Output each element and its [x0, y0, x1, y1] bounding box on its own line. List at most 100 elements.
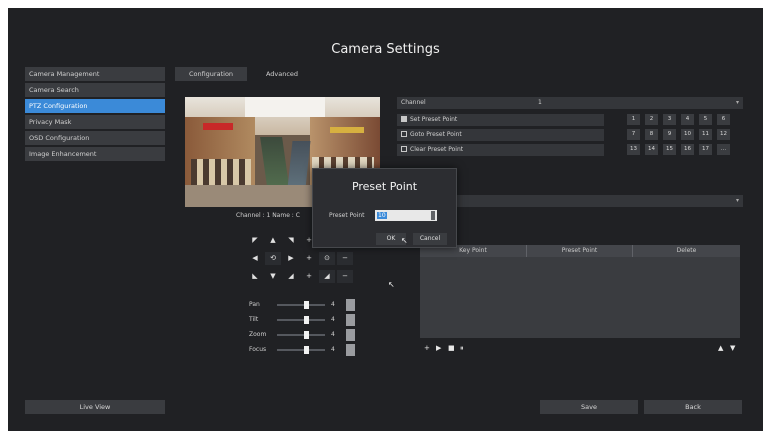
checkbox-checked-icon[interactable]	[401, 116, 407, 122]
preset-number-button[interactable]: 10	[681, 129, 694, 140]
preset-number-button[interactable]: 8	[645, 129, 658, 140]
channel-select[interactable]: Channel 1 ▾	[397, 97, 743, 109]
pan-spinner[interactable]	[346, 299, 355, 311]
pan-value: 4	[331, 301, 335, 308]
tilt-slider-track[interactable]	[277, 319, 325, 321]
cruise-select[interactable]: ▾	[448, 195, 743, 207]
focus-label: Focus	[249, 346, 267, 353]
zoom-spinner[interactable]	[346, 329, 355, 341]
spinner-icon[interactable]	[431, 211, 435, 220]
add-key-point-button[interactable]: +	[424, 344, 430, 352]
tab-advanced[interactable]: Advanced	[252, 67, 312, 81]
move-down-icon[interactable]: ▼	[730, 344, 735, 352]
tilt-value: 4	[331, 316, 335, 323]
ptz-speed-sliders: Pan 4 Tilt 4 Zoom 4 Focus 4	[245, 298, 357, 358]
more-presets-button[interactable]: ...	[717, 144, 730, 155]
channel-label: Channel	[401, 99, 426, 106]
clear-preset-label: Clear Preset Point	[410, 146, 464, 153]
pan-slider-track[interactable]	[277, 304, 325, 306]
ptz-down-left-button[interactable]: ◣	[247, 270, 263, 283]
preset-number-button[interactable]: 14	[645, 144, 658, 155]
menu-item-osd-configuration[interactable]: OSD Configuration	[25, 131, 165, 145]
pan-slider-handle[interactable]	[304, 301, 309, 309]
focus-spinner[interactable]	[346, 344, 355, 356]
set-preset-label: Set Preset Point	[410, 116, 458, 123]
checkbox-icon[interactable]	[401, 131, 407, 137]
ptz-auto-scan-button[interactable]: ⟲	[265, 252, 281, 265]
cancel-button[interactable]: Cancel	[413, 233, 447, 245]
move-up-icon[interactable]: ▲	[718, 344, 723, 352]
preview-store-sign	[203, 123, 233, 130]
mouse-cursor-icon: ↖	[388, 280, 395, 289]
channel-value: 1	[538, 99, 542, 106]
preset-point-input[interactable]: 10	[375, 210, 437, 221]
menu-item-camera-search[interactable]: Camera Search	[25, 83, 165, 97]
key-point-table: Key Point Preset Point Delete	[420, 245, 740, 338]
chevron-down-icon: ▾	[735, 99, 739, 106]
ptz-right-button[interactable]: ▶	[283, 252, 299, 265]
focus-slider-handle[interactable]	[304, 346, 309, 354]
ptz-down-right-button[interactable]: ◢	[283, 270, 299, 283]
tilt-slider-handle[interactable]	[304, 316, 309, 324]
zoom-slider-handle[interactable]	[304, 331, 309, 339]
pause-icon[interactable]: ⏸	[460, 344, 464, 353]
back-button[interactable]: Back	[644, 400, 742, 414]
play-icon[interactable]: ▶	[436, 344, 441, 352]
zoom-slider-track[interactable]	[277, 334, 325, 336]
tilt-spinner[interactable]	[346, 314, 355, 326]
menu-item-ptz-configuration[interactable]: PTZ Configuration	[25, 99, 165, 113]
settings-menu: Camera Management Camera Search PTZ Conf…	[25, 67, 165, 163]
zoom-label: Zoom	[249, 331, 267, 338]
preset-number-button[interactable]: 5	[699, 114, 712, 125]
stop-icon[interactable]: ■	[448, 344, 455, 352]
preset-number-button[interactable]: 9	[663, 129, 676, 140]
preset-number-button[interactable]: 12	[717, 129, 730, 140]
camera-settings-screen: Camera Settings Camera Management Camera…	[8, 8, 763, 431]
preset-number-button[interactable]: 11	[699, 129, 712, 140]
preset-number-button[interactable]: 17	[699, 144, 712, 155]
preview-skylight	[245, 97, 325, 117]
zoom-value: 4	[331, 331, 335, 338]
table-header: Key Point Preset Point Delete	[420, 245, 740, 257]
preset-number-button[interactable]: 1	[627, 114, 640, 125]
clear-preset-option[interactable]: Clear Preset Point	[397, 144, 604, 156]
preset-number-button[interactable]: 3	[663, 114, 676, 125]
zoom-out-button[interactable]: −	[337, 270, 353, 283]
preset-number-button[interactable]: 13	[627, 144, 640, 155]
ptz-left-button[interactable]: ◀	[247, 252, 263, 265]
tab-configuration[interactable]: Configuration	[175, 67, 247, 81]
live-view-button[interactable]: Live View	[25, 400, 165, 414]
checkbox-icon[interactable]	[401, 146, 407, 152]
iris-close-button[interactable]: ◢	[319, 270, 335, 283]
ptz-up-left-button[interactable]: ◤	[247, 234, 263, 247]
preview-store-sign	[330, 127, 364, 133]
preset-number-button[interactable]: 7	[627, 129, 640, 140]
preview-shops	[191, 159, 251, 187]
tilt-slider-row: Tilt 4	[245, 313, 357, 327]
preset-number-button[interactable]: 15	[663, 144, 676, 155]
iris-button[interactable]: +	[301, 270, 317, 283]
column-header-preset-point: Preset Point	[527, 245, 633, 257]
focus-near-button[interactable]: +	[301, 252, 317, 265]
set-preset-option[interactable]: Set Preset Point	[397, 114, 604, 126]
preset-number-button[interactable]: 4	[681, 114, 694, 125]
focus-slider-track[interactable]	[277, 349, 325, 351]
focus-far-button[interactable]: −	[337, 252, 353, 265]
ptz-down-button[interactable]: ▼	[265, 270, 281, 283]
preset-number-button[interactable]: 2	[645, 114, 658, 125]
goto-preset-option[interactable]: Goto Preset Point	[397, 129, 604, 141]
page-title: Camera Settings	[331, 42, 440, 57]
ptz-up-button[interactable]: ▲	[265, 234, 281, 247]
preset-number-button[interactable]: 6	[717, 114, 730, 125]
iris-open-button[interactable]: ⊙	[319, 252, 335, 265]
focus-slider-row: Focus 4	[245, 343, 357, 357]
menu-item-image-enhancement[interactable]: Image Enhancement	[25, 147, 165, 161]
ptz-up-right-button[interactable]: ◥	[283, 234, 299, 247]
dialog-title: Preset Point	[351, 180, 418, 193]
preset-number-button[interactable]: 16	[681, 144, 694, 155]
menu-item-privacy-mask[interactable]: Privacy Mask	[25, 115, 165, 129]
menu-item-camera-management[interactable]: Camera Management	[25, 67, 165, 81]
save-button[interactable]: Save	[540, 400, 638, 414]
column-header-delete: Delete	[676, 247, 697, 254]
preset-point-dialog: Preset Point Preset Point 10 OK Cancel	[312, 168, 457, 248]
